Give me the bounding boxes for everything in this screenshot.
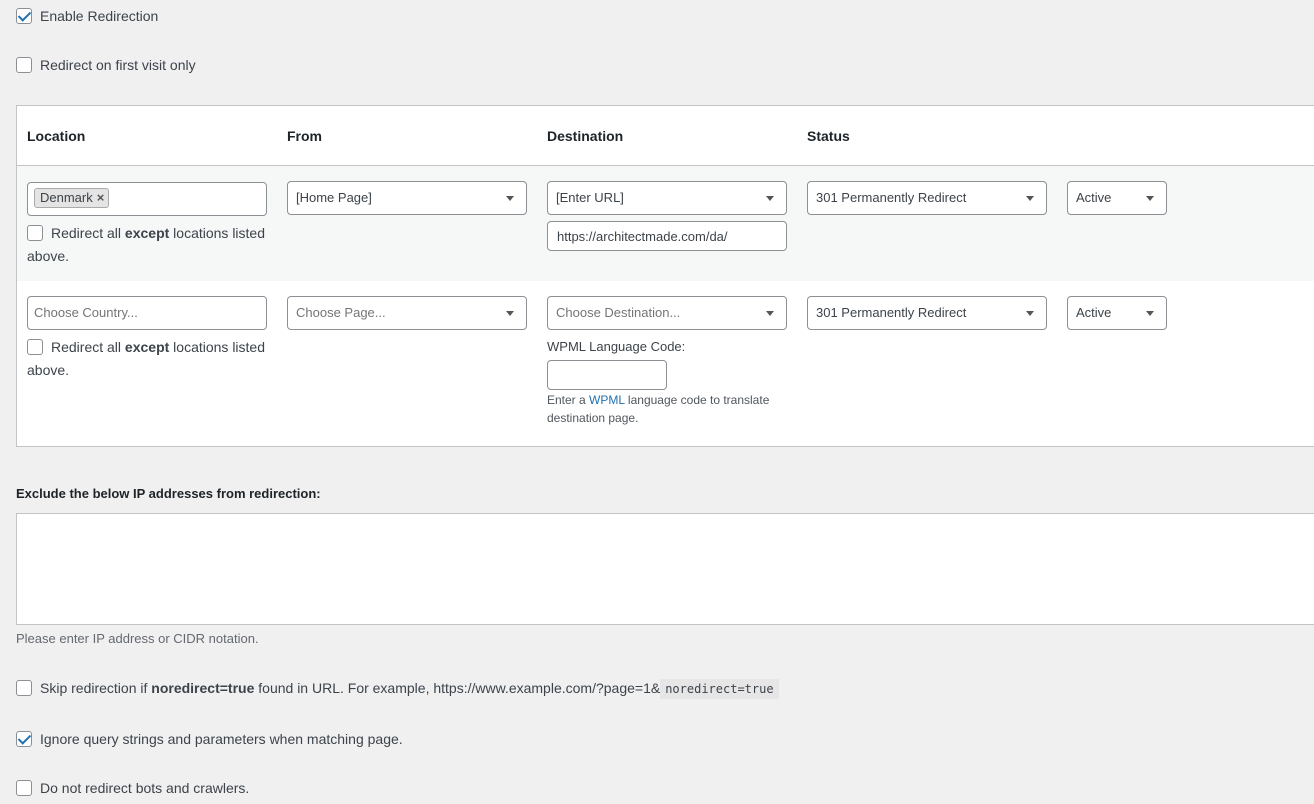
from-select[interactable]: Choose Page... <box>287 296 527 330</box>
exclude-ips-textarea[interactable] <box>16 513 1314 625</box>
destination-url-value: https://architectmade.com/da/ <box>557 229 728 244</box>
remove-tag-icon[interactable]: × <box>97 190 105 205</box>
first-visit-only-label: Redirect on first visit only <box>40 57 196 73</box>
ignore-query-checkbox[interactable] <box>16 731 32 747</box>
wpml-code-label: WPML Language Code: <box>547 339 686 354</box>
enable-redirection-label: Enable Redirection <box>40 8 159 24</box>
chevron-down-icon <box>1146 196 1154 201</box>
exclude-ips-label: Exclude the below IP addresses from redi… <box>16 486 321 501</box>
except-bold: except <box>124 225 170 241</box>
except-locations-label: Redirect all except locations listed <box>51 339 265 355</box>
destination-select-value: [Enter URL] <box>556 190 624 205</box>
status-select[interactable]: Active <box>1067 296 1167 330</box>
skip-noredirect-label: Skip redirection if noredirect=true foun… <box>40 679 779 699</box>
from-select[interactable]: [Home Page] <box>287 181 527 215</box>
column-header-from: From <box>287 128 322 144</box>
wpml-help-text-line2: destination page. <box>547 411 639 425</box>
wpml-help-text: Enter a WPML language code to translate <box>547 391 769 409</box>
except-locations-checkbox[interactable] <box>27 339 43 355</box>
skip-noredirect-checkbox[interactable] <box>16 680 32 696</box>
redirect-type-value: 301 Permanently Redirect <box>816 305 967 320</box>
redirect-type-select[interactable]: 301 Permanently Redirect <box>807 181 1047 215</box>
column-header-status: Status <box>807 128 850 144</box>
redirect-type-select[interactable]: 301 Permanently Redirect <box>807 296 1047 330</box>
country-select[interactable]: Choose Country... <box>27 296 267 330</box>
skip-bold: noredirect=true <box>151 680 255 696</box>
status-select[interactable]: Active <box>1067 181 1167 215</box>
help-pre: Enter a <box>547 393 590 407</box>
help-post: language code to translate <box>624 393 770 407</box>
redirect-type-value: 301 Permanently Redirect <box>816 190 967 205</box>
location-tag-label: Denmark <box>40 190 93 205</box>
except-pre: Redirect all <box>51 339 125 355</box>
skip-pre: Skip redirection if <box>40 680 152 696</box>
chevron-down-icon <box>1026 311 1034 316</box>
chevron-down-icon <box>506 311 514 316</box>
except-pre: Redirect all <box>51 225 125 241</box>
except-bold: except <box>124 339 170 355</box>
status-value: Active <box>1076 190 1112 205</box>
location-multiselect[interactable]: Denmark × <box>27 182 267 216</box>
destination-placeholder: Choose Destination... <box>556 305 681 320</box>
chevron-down-icon <box>766 311 774 316</box>
wpml-code-input[interactable] <box>547 360 667 390</box>
status-value: Active <box>1076 305 1112 320</box>
from-select-value: [Home Page] <box>296 190 372 205</box>
no-bots-label: Do not redirect bots and crawlers. <box>40 780 250 796</box>
noredirect-code: noredirect=true <box>660 679 779 699</box>
from-placeholder: Choose Page... <box>296 305 386 320</box>
location-tag: Denmark × <box>34 188 110 208</box>
except-post: locations listed <box>169 225 265 241</box>
except-locations-label: Redirect all except locations listed <box>51 225 265 241</box>
destination-url-input[interactable]: https://architectmade.com/da/ <box>547 221 787 251</box>
wpml-link[interactable]: WPML <box>589 393 625 407</box>
column-header-location: Location <box>27 128 86 144</box>
country-placeholder: Choose Country... <box>34 305 138 320</box>
chevron-down-icon <box>506 196 514 201</box>
first-visit-only-checkbox[interactable] <box>16 57 32 73</box>
enable-redirection-checkbox[interactable] <box>16 8 32 24</box>
destination-select[interactable]: [Enter URL] <box>547 181 787 215</box>
exclude-ips-help: Please enter IP address or CIDR notation… <box>16 631 259 646</box>
chevron-down-icon <box>1146 311 1154 316</box>
chevron-down-icon <box>766 196 774 201</box>
chevron-down-icon <box>1026 196 1034 201</box>
column-header-destination: Destination <box>547 128 624 144</box>
except-locations-label-line2: above. <box>27 248 70 264</box>
except-locations-checkbox[interactable] <box>27 225 43 241</box>
except-locations-label-line2: above. <box>27 362 70 378</box>
skip-post: found in URL. For example, https://www.e… <box>254 680 661 696</box>
no-bots-checkbox[interactable] <box>16 780 32 796</box>
destination-select[interactable]: Choose Destination... <box>547 296 787 330</box>
except-post: locations listed <box>169 339 265 355</box>
ignore-query-label: Ignore query strings and parameters when… <box>40 731 403 747</box>
